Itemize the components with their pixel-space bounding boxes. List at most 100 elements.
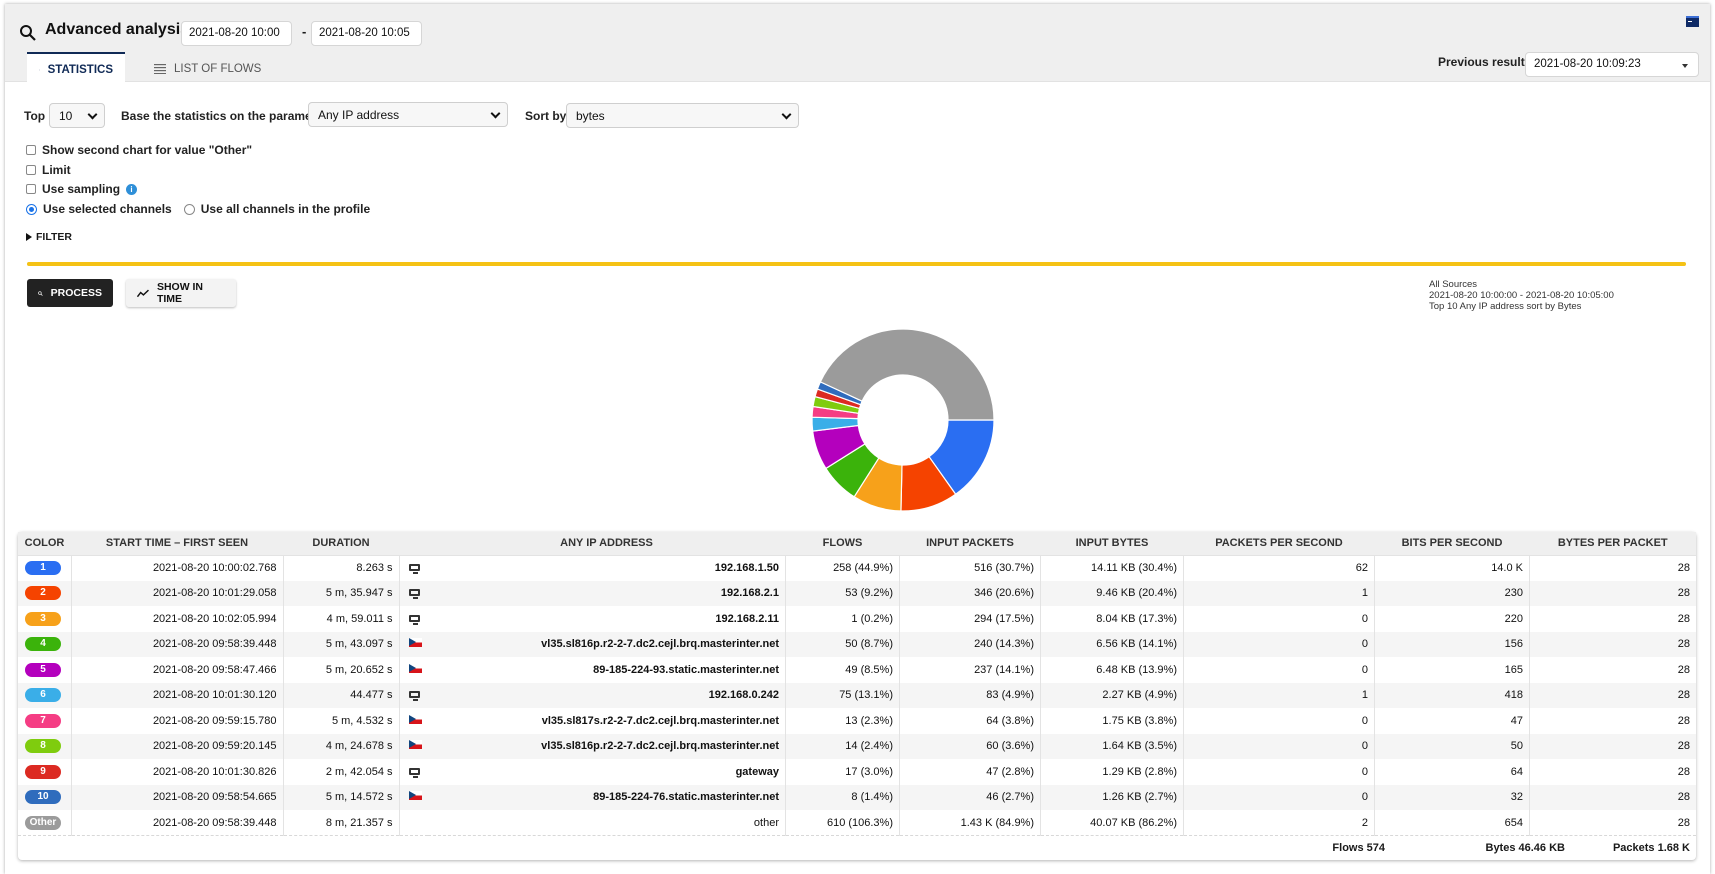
previous-results-select[interactable]: 2021-08-20 10:09:23 bbox=[1525, 52, 1699, 77]
header-duration[interactable]: DURATION bbox=[283, 532, 399, 556]
date-to-input[interactable]: 2021-08-20 10:05 bbox=[311, 21, 422, 46]
table-row[interactable]: Other 2021-08-20 09:58:39.448 8 m, 21.357 … bbox=[18, 810, 1696, 836]
header-bytes-per-packet[interactable]: BYTES PER PACKET bbox=[1529, 532, 1696, 556]
bytes-per-packet-cell: 28 bbox=[1529, 580, 1696, 606]
top-select-value: 10 bbox=[59, 109, 73, 123]
bits-per-second-cell: 418 bbox=[1374, 682, 1530, 708]
info-icon[interactable]: i bbox=[126, 183, 138, 195]
limit-checkbox[interactable] bbox=[26, 165, 36, 175]
monitor-icon bbox=[408, 767, 420, 778]
top-select[interactable]: 10 bbox=[49, 103, 105, 128]
header-input-packets[interactable]: INPUT PACKETS bbox=[899, 532, 1041, 556]
packets-per-second-cell: 0 bbox=[1183, 631, 1375, 657]
use-sampling-option[interactable]: Use sampling i bbox=[26, 182, 138, 196]
ip-address-cell[interactable]: 89-185-224-76.static.masterinter.net bbox=[427, 784, 786, 810]
duration-cell: 4 m, 59.011 s bbox=[283, 606, 400, 632]
type-icon-cell bbox=[399, 631, 428, 657]
table-row[interactable]: 4 2021-08-20 09:58:39.448 5 m, 43.097 s vl3… bbox=[18, 631, 1696, 657]
header-packets-per-second[interactable]: PACKETS PER SECOND bbox=[1183, 532, 1375, 556]
ip-address-cell[interactable]: gateway bbox=[427, 759, 786, 785]
header-input-bytes[interactable]: INPUT BYTES bbox=[1040, 532, 1184, 556]
table-row[interactable]: 3 2021-08-20 10:02:05.994 4 m, 59.011 s 192… bbox=[18, 606, 1696, 632]
process-button[interactable]: PROCESS bbox=[27, 279, 113, 307]
ip-address-cell[interactable]: vl35.sl816p.r2-2-7.dc2.cejl.brq.masterin… bbox=[427, 631, 786, 657]
color-badge: 6 bbox=[25, 688, 61, 703]
color-cell: 10 bbox=[18, 784, 72, 810]
tab-list-of-flows[interactable]: LIST OF FLOWS bbox=[142, 52, 273, 86]
color-badge: 3 bbox=[25, 611, 61, 626]
table-row[interactable]: 7 2021-08-20 09:59:15.780 5 m, 4.532 s vl35… bbox=[18, 708, 1696, 734]
duration-cell: 8 m, 21.357 s bbox=[283, 810, 400, 836]
show-second-chart-checkbox[interactable] bbox=[26, 145, 36, 155]
bytes-per-packet-cell: 28 bbox=[1677, 714, 1690, 727]
use-selected-channels-radio[interactable] bbox=[26, 203, 37, 215]
monitor-icon bbox=[408, 589, 420, 600]
header-ip-address[interactable]: ANY IP ADDRESS bbox=[427, 532, 786, 556]
sort-by-select[interactable]: bytes bbox=[566, 103, 799, 128]
ip-address-cell[interactable]: vl35.sl816p.r2-2-7.dc2.cejl.brq.masterin… bbox=[427, 733, 786, 759]
header-flows[interactable]: FLOWS bbox=[785, 532, 900, 556]
input-bytes-cell: 8.04 KB (17.3%) bbox=[1040, 606, 1184, 632]
bits-per-second-cell: 50 bbox=[1374, 733, 1530, 759]
sort-by-label: Sort by bbox=[525, 109, 567, 123]
trend-line-icon bbox=[137, 289, 149, 297]
monitor-icon bbox=[408, 614, 420, 625]
input-packets-cell: 237 (14.1%) bbox=[899, 657, 1041, 683]
table-row[interactable]: 2 2021-08-20 10:01:29.058 5 m, 35.947 s 192… bbox=[18, 580, 1696, 606]
header-color[interactable]: COLOR bbox=[18, 532, 71, 556]
color-badge: 1 bbox=[25, 561, 61, 575]
input-bytes-cell: 1.64 KB (3.5%) bbox=[1040, 733, 1184, 759]
top-bar: Advanced analysis 2021-08-20 10:00 - 202… bbox=[5, 4, 1710, 86]
input-packets-cell: 64 (3.8%) bbox=[899, 708, 1041, 734]
start-time-cell: 2021-08-20 09:58:47.466 bbox=[71, 657, 284, 683]
use-sampling-checkbox[interactable] bbox=[26, 184, 36, 194]
ip-address-cell[interactable]: 89-185-224-93.static.masterinter.net bbox=[427, 657, 786, 683]
table-row[interactable]: 9 2021-08-20 10:01:30.826 2 m, 42.054 s gat… bbox=[18, 759, 1696, 785]
flows-cell: 8 (1.4%) bbox=[785, 784, 900, 810]
color-cell: 4 bbox=[18, 631, 72, 657]
ip-address-cell[interactable]: vl35.sl817s.r2-2-7.dc2.cejl.brq.masterin… bbox=[427, 708, 786, 734]
start-time-cell: 2021-08-20 10:00:02.768 bbox=[71, 555, 284, 581]
start-time-cell: 2021-08-20 09:59:20.145 bbox=[71, 733, 284, 759]
top-label: Top bbox=[24, 109, 46, 123]
flag-cz-icon bbox=[408, 638, 422, 648]
pie-chart-icon bbox=[39, 69, 40, 71]
table-row[interactable]: 5 2021-08-20 09:58:47.466 5 m, 20.652 s 89-… bbox=[18, 657, 1696, 683]
packets-per-second-cell: 1 bbox=[1183, 580, 1375, 606]
color-badge: 7 bbox=[25, 713, 61, 728]
ip-address-cell[interactable]: other bbox=[427, 810, 786, 836]
table-row[interactable]: 10 2021-08-20 09:58:54.665 5 m, 14.572 s 89… bbox=[18, 784, 1696, 810]
show-in-time-button[interactable]: SHOW IN TIME bbox=[126, 279, 236, 307]
date-from-input[interactable]: 2021-08-20 10:00 bbox=[181, 21, 292, 46]
ip-address-cell[interactable]: 192.168.0.242 bbox=[427, 682, 786, 708]
chevron-down-icon bbox=[87, 109, 98, 120]
filter-toggle[interactable]: FILTER bbox=[26, 231, 72, 243]
tab-statistics[interactable]: STATISTICS bbox=[27, 52, 125, 86]
input-packets-cell: 83 (4.9%) bbox=[899, 682, 1041, 708]
show-second-chart-option[interactable]: Show second chart for value "Other" bbox=[26, 143, 252, 157]
terminal-icon[interactable] bbox=[1686, 16, 1699, 27]
input-bytes-cell: 1.29 KB (2.8%) bbox=[1040, 759, 1184, 785]
header-start-time[interactable]: START TIME – FIRST SEEN bbox=[71, 532, 283, 556]
table-row[interactable]: 1 2021-08-20 10:00:02.768 8.263 s 192.168.1… bbox=[18, 555, 1696, 581]
duration-cell: 4 m, 24.678 s bbox=[283, 733, 400, 759]
duration-cell: 5 m, 35.947 s bbox=[283, 580, 400, 606]
base-parameter-select[interactable]: Any IP address bbox=[308, 102, 508, 127]
flows-cell: 50 (8.7%) bbox=[785, 631, 900, 657]
bits-per-second-cell: 165 bbox=[1374, 657, 1530, 683]
limit-option[interactable]: Limit bbox=[26, 163, 71, 177]
ip-address-cell[interactable]: 192.168.1.50 bbox=[427, 555, 786, 581]
base-parameter-value: Any IP address bbox=[318, 108, 400, 122]
input-bytes-cell: 1.75 KB (3.8%) bbox=[1040, 708, 1184, 734]
process-button-label: PROCESS bbox=[50, 287, 102, 299]
ip-address-cell[interactable]: 192.168.2.1 bbox=[427, 580, 786, 606]
header-bits-per-second[interactable]: BITS PER SECOND bbox=[1374, 532, 1530, 556]
ip-address-cell[interactable]: 192.168.2.11 bbox=[427, 606, 786, 632]
show-second-chart-label: Show second chart for value "Other" bbox=[42, 143, 253, 157]
caret-down-icon bbox=[1682, 64, 1688, 68]
use-all-channels-radio[interactable] bbox=[183, 203, 195, 215]
table-row[interactable]: 6 2021-08-20 10:01:30.120 44.477 s 192.168.… bbox=[18, 682, 1696, 708]
type-icon-cell bbox=[399, 708, 428, 734]
packets-per-second-cell: 2 bbox=[1183, 810, 1375, 836]
table-row[interactable]: 8 2021-08-20 09:59:20.145 4 m, 24.678 s vl3… bbox=[18, 733, 1696, 759]
